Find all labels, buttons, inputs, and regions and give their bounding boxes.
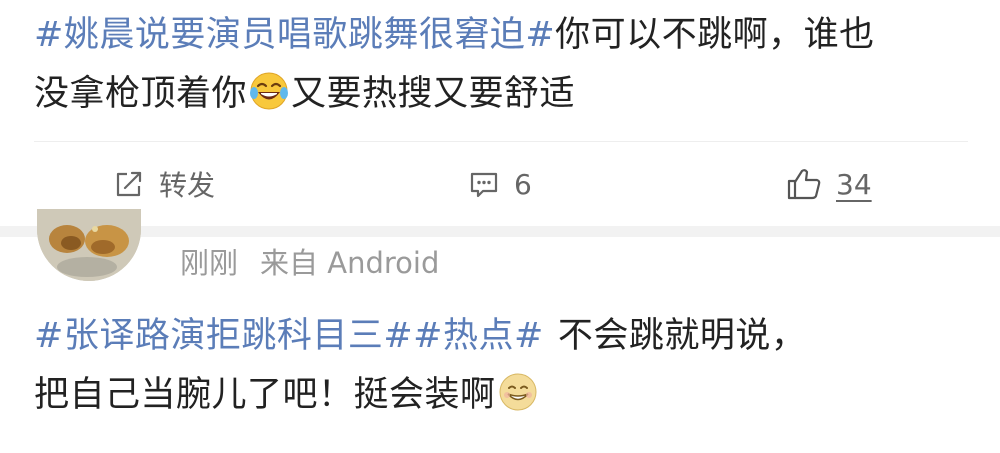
topic-link[interactable]: #张译路演拒跳科目三#	[34, 316, 413, 356]
post-text-line-2a: 没拿枪顶着你	[34, 74, 248, 114]
comment-meta: 刚刚 来自 Android	[180, 243, 439, 283]
comment-count: 6	[514, 167, 532, 201]
comment-icon	[470, 172, 498, 198]
comment-text: #张译路演拒跳科目三##热点# 不会跳就明说， 把自己当腕儿了吧！挺会装啊	[34, 307, 974, 425]
action-bar: 转发 6 34	[0, 158, 1000, 210]
grinning-emoji-icon	[499, 373, 537, 411]
like-count: 34	[836, 167, 872, 201]
repost-button[interactable]: 转发	[113, 158, 215, 210]
comment-text-line-2: 把自己当腕儿了吧！挺会装啊	[34, 375, 496, 415]
section-separator	[0, 226, 1000, 237]
repost-icon	[116, 171, 142, 197]
post-card: #姚晨说要演员唱歌跳舞很窘迫#你可以不跳啊，谁也 没拿枪顶着你 又要热搜又要舒适…	[0, 0, 1000, 226]
laughing-crying-emoji-icon	[250, 72, 289, 110]
topic-link[interactable]: #姚晨说要演员唱歌跳舞很窘迫#	[34, 15, 555, 55]
divider	[34, 141, 968, 142]
like-button[interactable]: 34	[786, 158, 872, 210]
avatar-image	[37, 209, 141, 281]
post-text: #姚晨说要演员唱歌跳舞很窘迫#你可以不跳啊，谁也 没拿枪顶着你 又要热搜又要舒适	[34, 6, 974, 124]
repost-label: 转发	[159, 169, 216, 202]
post-text-line-1: 你可以不跳啊，谁也	[555, 15, 875, 55]
post-text-line-2b: 又要热搜又要舒适	[291, 74, 576, 114]
topic-link-hot[interactable]: #热点#	[413, 316, 544, 356]
comment-time: 刚刚	[180, 246, 239, 280]
avatar[interactable]	[37, 209, 141, 281]
comment-card: 刚刚 来自 Android #张译路演拒跳科目三##热点# 不会跳就明说， 把自己当…	[0, 209, 1000, 453]
comment-source: 来自 Android	[260, 246, 440, 280]
comment-text-line-1: 不会跳就明说，	[557, 316, 807, 356]
thumbs-up-icon	[787, 169, 821, 200]
comment-button[interactable]: 6	[468, 158, 532, 210]
